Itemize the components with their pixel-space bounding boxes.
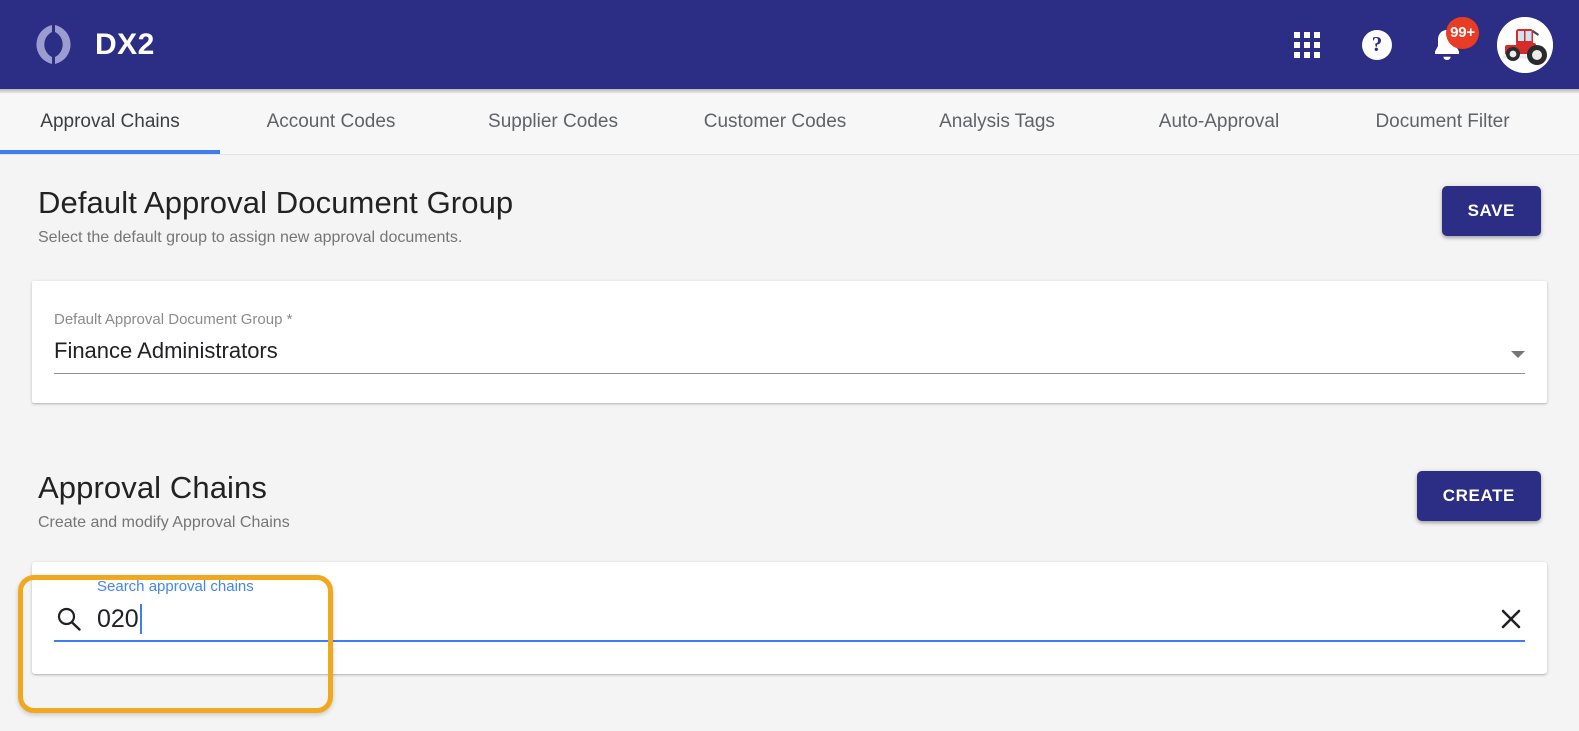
tab-label: Analysis Tags — [939, 111, 1055, 133]
chevron-down-icon[interactable] — [1511, 351, 1525, 358]
tab-active-indicator — [1330, 150, 1555, 154]
header-shadow — [0, 89, 1579, 94]
text-cursor — [140, 604, 142, 634]
header-actions: ? 99+ — [1287, 17, 1553, 73]
brand-logo[interactable]: DX2 — [30, 21, 155, 68]
close-icon[interactable] — [1497, 605, 1525, 633]
tab-active-indicator — [1108, 150, 1330, 154]
tab-active-indicator — [664, 150, 886, 154]
notifications-button[interactable]: 99+ — [1427, 25, 1467, 65]
field-label: Default Approval Document Group * — [54, 311, 1525, 328]
apps-grid-icon[interactable] — [1287, 25, 1327, 65]
section-subtitle: Create and modify Approval Chains — [38, 514, 1417, 532]
tab-analysis-tags[interactable]: Analysis Tags — [886, 89, 1108, 154]
search-input-value: 020 — [97, 605, 139, 634]
tab-active-indicator — [442, 150, 664, 154]
search-card: Search approval chains 020 — [32, 562, 1547, 674]
default-group-field[interactable]: Default Approval Document Group * Financ… — [32, 281, 1547, 374]
search-input[interactable]: 020 — [54, 604, 1525, 642]
tab-active-indicator — [886, 150, 1108, 154]
tab-label: Supplier Codes — [488, 111, 618, 133]
settings-tabs: Approval Chains Account Codes Supplier C… — [0, 89, 1579, 155]
tab-active-indicator — [220, 150, 442, 154]
app-header: DX2 ? 99+ — [0, 0, 1579, 89]
parenthesis-logo-icon — [30, 21, 77, 68]
tab-document-filter[interactable]: Document Filter — [1330, 89, 1555, 154]
tab-auto-approval[interactable]: Auto-Approval — [1108, 89, 1330, 154]
search-icon — [54, 604, 84, 634]
tab-label: Approval Chains — [40, 111, 179, 133]
tab-active-indicator — [0, 150, 220, 154]
tractor-avatar-icon[interactable] — [1497, 17, 1553, 73]
tab-label: Customer Codes — [704, 111, 847, 133]
help-glyph: ? — [1362, 30, 1392, 60]
tab-label: Document Filter — [1375, 111, 1509, 133]
tab-label: Auto-Approval — [1159, 111, 1279, 133]
page-subtitle: Select the default group to assign new a… — [38, 229, 1442, 247]
tab-approval-chains[interactable]: Approval Chains — [0, 89, 220, 154]
create-button[interactable]: CREATE — [1417, 471, 1541, 521]
help-question-icon[interactable]: ? — [1357, 25, 1397, 65]
section-title: Approval Chains — [38, 471, 1417, 505]
default-group-header: Default Approval Document Group Select t… — [0, 186, 1579, 247]
search-input-label: Search approval chains — [97, 578, 1525, 595]
field-value: Finance Administrators — [54, 338, 1511, 364]
notification-badge: 99+ — [1446, 17, 1479, 49]
tab-customer-codes[interactable]: Customer Codes — [664, 89, 886, 154]
tab-supplier-codes[interactable]: Supplier Codes — [442, 89, 664, 154]
page-content: Default Approval Document Group Select t… — [0, 156, 1579, 731]
save-button[interactable]: SAVE — [1442, 186, 1541, 236]
tab-label: Account Codes — [267, 111, 396, 133]
approval-chains-header: Approval Chains Create and modify Approv… — [0, 471, 1579, 532]
brand-name: DX2 — [95, 28, 155, 62]
page-title: Default Approval Document Group — [38, 186, 1442, 220]
default-group-card: Default Approval Document Group * Financ… — [32, 281, 1547, 403]
tab-account-codes[interactable]: Account Codes — [220, 89, 442, 154]
